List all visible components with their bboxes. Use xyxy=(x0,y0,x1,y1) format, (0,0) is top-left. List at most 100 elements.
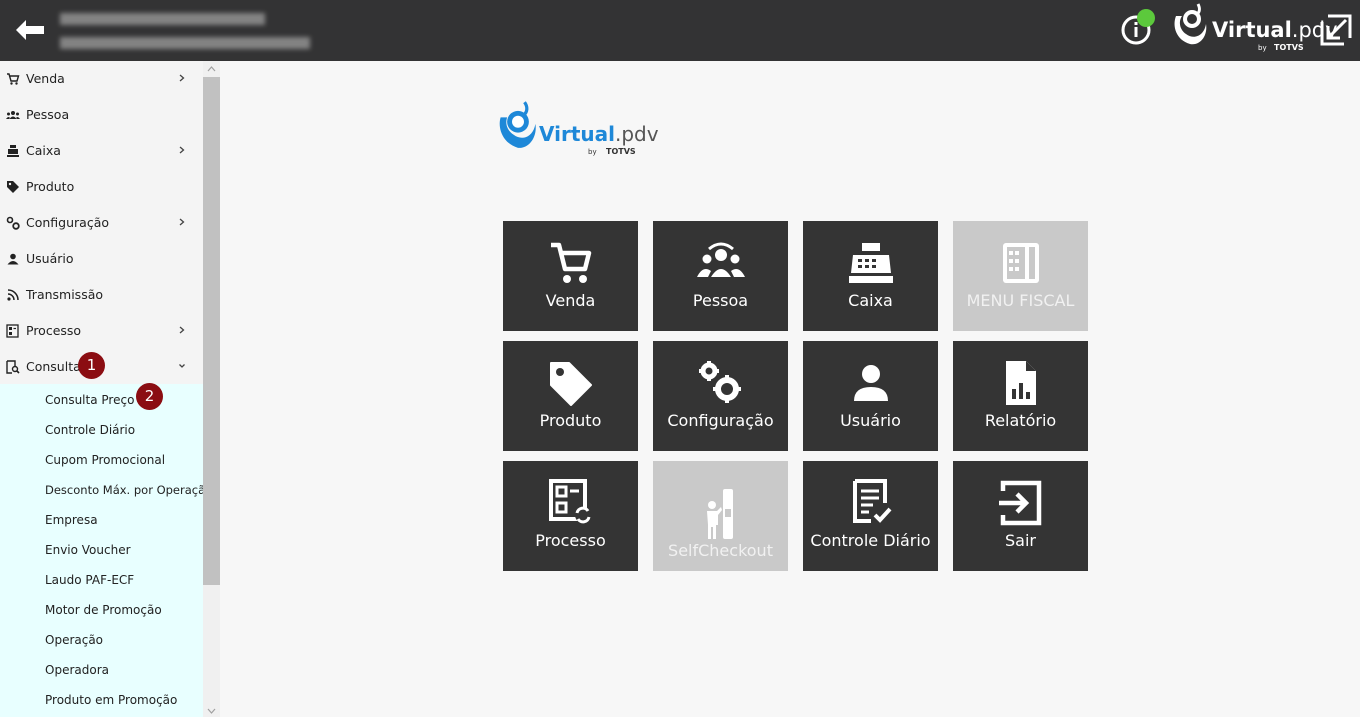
back-arrow-icon xyxy=(16,20,44,40)
exit-icon xyxy=(999,480,1042,526)
tile-sair[interactable]: Sair xyxy=(953,461,1088,571)
submenu-item-label: Consulta Preço xyxy=(45,393,135,407)
submenu-item-laudo-paf-ecf[interactable]: Laudo PAF-ECF xyxy=(0,565,203,595)
sidebar-item-label: Transmissão xyxy=(26,287,104,302)
logo-brand-main: Virtual xyxy=(1212,18,1292,42)
sidebar-item-label: Caixa xyxy=(26,143,61,158)
selfcheckout-icon xyxy=(707,489,733,539)
chevron-down-icon xyxy=(179,364,185,368)
tile-menu-fiscal[interactable]: MENU FISCAL xyxy=(953,221,1088,331)
sidebar-item-usuario[interactable]: Usuário xyxy=(0,241,203,277)
sidebar-item-label: Venda xyxy=(26,71,65,86)
scroll-down-icon[interactable] xyxy=(207,707,216,715)
tile-controle-diario[interactable]: Controle Diário xyxy=(803,461,938,571)
sidebar-scrollbar[interactable] xyxy=(203,61,220,717)
step-badge-2: 2 xyxy=(136,383,163,410)
tile-label: SelfCheckout xyxy=(668,541,773,560)
consulta-submenu: Consulta Preço Controle Diário Cupom Pro… xyxy=(0,384,203,717)
tag-icon xyxy=(7,181,19,193)
people-icon xyxy=(697,242,745,277)
sidebar-item-pessoa[interactable]: Pessoa xyxy=(0,97,203,133)
sidebar-item-label: Pessoa xyxy=(26,107,70,122)
calculator-icon xyxy=(1003,243,1039,283)
tile-label: Controle Diário xyxy=(810,531,931,550)
tile-selfcheckout[interactable]: SelfCheckout xyxy=(653,461,788,571)
search-doc-icon xyxy=(6,360,20,374)
tile-relatorio[interactable]: Relatório xyxy=(953,341,1088,451)
chevron-right-icon xyxy=(179,74,185,82)
header-logo: Virtual.pdv by TOTVS xyxy=(1170,2,1338,58)
redacted-store-info xyxy=(60,37,310,49)
tile-pessoa[interactable]: Pessoa xyxy=(653,221,788,331)
daily-control-icon xyxy=(853,479,892,523)
tile-label: Relatório xyxy=(984,411,1057,430)
logo-brand-main: Virtual xyxy=(539,122,615,146)
tile-label: MENU FISCAL xyxy=(966,291,1075,310)
submenu-item-label: Desconto Máx. por Operação xyxy=(45,483,203,497)
process-icon xyxy=(6,324,19,338)
sidebar-item-configuracao[interactable]: Configuração xyxy=(0,205,203,241)
main-logo: Virtual.pdv by TOTVS xyxy=(496,100,659,162)
gears-icon xyxy=(6,216,20,230)
tile-produto[interactable]: Produto xyxy=(503,341,638,451)
sidebar-menu: Venda Pessoa Caixa Produto Configuração … xyxy=(0,61,203,717)
submenu-item-produto-promocao[interactable]: Produto em Promoção xyxy=(0,685,203,715)
submenu-item-operadora[interactable]: Operadora xyxy=(0,655,203,685)
logo-company: TOTVS xyxy=(606,147,636,156)
submenu-item-motor-promocao[interactable]: Motor de Promoção xyxy=(0,595,203,625)
scroll-up-icon[interactable] xyxy=(207,65,216,73)
tile-label: Venda xyxy=(545,291,596,310)
logo-by: by xyxy=(588,148,597,156)
logo-by: by xyxy=(1258,44,1267,52)
step-badge-1: 1 xyxy=(78,352,105,379)
chevron-right-icon xyxy=(179,326,185,334)
cart-icon xyxy=(7,73,20,85)
tile-venda[interactable]: Venda xyxy=(503,221,638,331)
submenu-item-desconto-max[interactable]: Desconto Máx. por Operação xyxy=(0,475,203,505)
sidebar-item-produto[interactable]: Produto xyxy=(0,169,203,205)
submenu-item-label: Laudo PAF-ECF xyxy=(45,573,135,587)
user-icon xyxy=(854,365,888,401)
tile-label: Configuração xyxy=(667,411,774,430)
sidebar-item-label: Processo xyxy=(26,323,82,338)
sidebar-item-venda[interactable]: Venda xyxy=(0,61,203,97)
submenu-item-label: Empresa xyxy=(45,513,98,527)
sidebar-item-label: Consulta xyxy=(26,359,81,374)
sidebar-item-label: Usuário xyxy=(26,251,74,266)
chevron-right-icon xyxy=(179,146,185,154)
submenu-item-operacao[interactable]: Operação xyxy=(0,625,203,655)
tile-configuracao[interactable]: Configuração xyxy=(653,341,788,451)
submenu-item-label: Operação xyxy=(45,633,104,647)
submenu-item-label: Produto em Promoção xyxy=(45,693,178,707)
tile-processo[interactable]: Processo xyxy=(503,461,638,571)
back-button[interactable] xyxy=(12,14,48,46)
submenu-item-consulta-preco[interactable]: Consulta Preço xyxy=(0,385,203,415)
sidebar-item-caixa[interactable]: Caixa xyxy=(0,133,203,169)
sidebar-item-processo[interactable]: Processo xyxy=(0,313,203,349)
submenu-item-label: Operadora xyxy=(45,663,109,677)
tile-label: Produto xyxy=(539,411,602,430)
scrollbar-thumb[interactable] xyxy=(203,77,220,585)
submenu-item-label: Cupom Promocional xyxy=(45,453,166,467)
submenu-item-controle-diario[interactable]: Controle Diário xyxy=(0,415,203,445)
sidebar-item-label: Configuração xyxy=(26,215,110,230)
online-status-indicator xyxy=(1137,9,1155,27)
cart-icon xyxy=(551,242,592,283)
submenu-item-empresa[interactable]: Empresa xyxy=(0,505,203,535)
chevron-right-icon xyxy=(179,218,185,226)
minimize-window-button[interactable] xyxy=(1318,12,1354,48)
tile-caixa[interactable]: Caixa xyxy=(803,221,938,331)
gears-icon xyxy=(699,361,741,403)
cash-register-icon xyxy=(7,145,19,157)
tile-usuario[interactable]: Usuário xyxy=(803,341,938,451)
submenu-item-cupom-promocional[interactable]: Cupom Promocional xyxy=(0,445,203,475)
logo-company: TOTVS xyxy=(1274,43,1304,52)
sidebar-item-transmissao[interactable]: Transmissão xyxy=(0,277,203,313)
tile-label: Processo xyxy=(535,531,606,550)
submenu-item-envio-voucher[interactable]: Envio Voucher xyxy=(0,535,203,565)
process-icon xyxy=(549,479,591,524)
cash-register-icon xyxy=(849,243,893,283)
submenu-item-label: Motor de Promoção xyxy=(45,603,162,617)
submenu-item-label: Envio Voucher xyxy=(45,543,131,557)
virtualpdv-logo-icon xyxy=(1174,3,1207,45)
